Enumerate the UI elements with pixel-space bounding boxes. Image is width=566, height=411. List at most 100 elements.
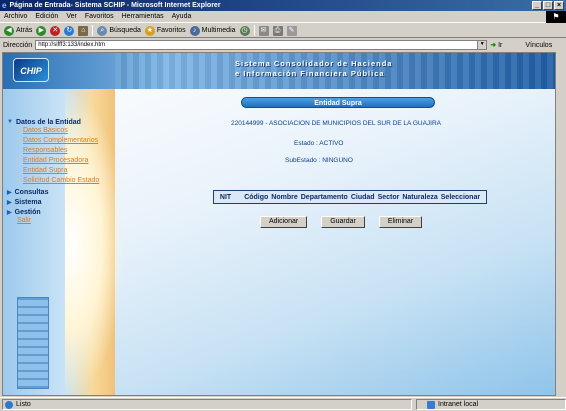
address-dropdown-icon[interactable]: ▼ (477, 41, 487, 49)
nav-gestion-label: Gestión (14, 208, 41, 216)
col-seleccionar: Seleccionar (440, 193, 481, 201)
go-button[interactable]: ➜ Ir (490, 41, 503, 50)
favorites-star-icon: ★ (144, 25, 155, 36)
menu-edicion[interactable]: Edición (35, 13, 58, 20)
media-icon: ♪ (189, 25, 200, 36)
menu-bar: Archivo Edición Ver Favoritos Herramient… (0, 11, 566, 23)
back-label: Atrás (16, 27, 33, 34)
status-zone: Intranet local (416, 399, 566, 410)
chip-logo[interactable]: CHIP (13, 58, 49, 82)
refresh-icon: ↻ (64, 25, 75, 36)
nav-sistema[interactable]: ▶ Sistema (7, 197, 127, 207)
go-arrow-icon: ➜ (490, 42, 497, 49)
address-label: Dirección (3, 41, 33, 49)
toolbar-separator (92, 25, 94, 36)
page-content: CHIP Sistema Consolidador de Hacienda e … (2, 52, 556, 396)
mail-icon: ✉ (258, 25, 269, 36)
windows-logo-icon: ⚑ (546, 11, 566, 23)
history-button[interactable]: ◷ (239, 25, 250, 36)
col-naturaleza: Naturaleza (402, 193, 438, 201)
edit-icon: ✎ (286, 25, 297, 36)
address-bar: Dirección http://sifff3:133/index.htm ▼ … (0, 39, 566, 51)
nav-gestion[interactable]: ▶ Gestión (7, 207, 127, 217)
collapse-arrow-icon: ▶ (7, 189, 12, 196)
nav-entidad-supra[interactable]: Entidad Supra (7, 167, 127, 177)
media-label: Multimedia (201, 27, 236, 34)
action-buttons: Adicionar Guardar Eliminar (260, 216, 423, 228)
col-departamento: Departamento (300, 193, 348, 201)
system-title-line2: e Información Financiera Pública (235, 69, 385, 78)
media-button[interactable]: ♪ Multimedia (189, 25, 236, 36)
nav-sistema-label: Sistema (14, 198, 42, 206)
window-title: Página de Entrada- Sistema SCHIP - Micro… (9, 2, 221, 9)
links-button[interactable]: Vínculos (525, 42, 552, 49)
nav-datos-basicos[interactable]: Datos Básicos (7, 127, 127, 137)
ie-logo-icon: e (2, 1, 7, 10)
entity-estado: Estado : ACTIVO (294, 140, 344, 147)
print-icon: ⎙ (272, 25, 283, 36)
close-button[interactable]: × (554, 1, 564, 10)
back-button[interactable]: ◀ Atrás (4, 25, 33, 36)
search-button[interactable]: ⌕ Búsqueda (97, 25, 141, 36)
entity-name: 220144999 - ASOCIACION DE MUNICIPIOS DEL… (231, 120, 441, 127)
intranet-zone-icon (427, 400, 435, 409)
nav-datos-entidad[interactable]: ▼ Datos de la Entidad (7, 117, 127, 127)
expand-arrow-icon: ▼ (7, 119, 13, 125)
nav-responsables[interactable]: Responsables (7, 147, 127, 157)
menu-favoritos[interactable]: Favoritos (85, 13, 114, 20)
zone-text: Intranet local (438, 401, 479, 408)
window-controls: _ □ × (532, 1, 564, 10)
menu-ayuda[interactable]: Ayuda (172, 13, 192, 20)
col-codigo: Código (244, 193, 269, 201)
nav-consultas[interactable]: ▶ Consultas (7, 187, 127, 197)
browser-toolbar: ◀ Atrás ▶ ✕ ↻ ⌂ ⌕ Búsqueda ★ Favoritos ♪… (0, 24, 566, 38)
maximize-button[interactable]: □ (543, 1, 553, 10)
col-ciudad: Ciudad (350, 193, 375, 201)
adicionar-button[interactable]: Adicionar (260, 216, 308, 228)
nav-solicitud-cambio-estado[interactable]: Solicitud Cambio Estado (7, 177, 127, 187)
entity-subestado: SubEstado : NINGUNO (285, 157, 353, 164)
supra-table-header: NIT Código Nombre Departamento Ciudad Se… (213, 190, 487, 204)
guardar-button[interactable]: Guardar (321, 216, 365, 228)
status-main: Listo (2, 399, 412, 410)
status-text: Listo (16, 401, 31, 408)
toolbar-separator-2 (253, 25, 255, 36)
page-status-icon (5, 400, 13, 409)
favorites-button[interactable]: ★ Favoritos (144, 25, 186, 36)
menu-herramientas[interactable]: Herramientas (122, 13, 164, 20)
system-title-line1: Sistema Consolidador de Hacienda (235, 59, 393, 68)
home-button[interactable]: ⌂ (78, 25, 89, 36)
history-icon: ◷ (239, 25, 250, 36)
refresh-button[interactable]: ↻ (64, 25, 75, 36)
nav-entidad-procesadora[interactable]: Entidad Procesadora (7, 157, 127, 167)
nav-datos-complementarios[interactable]: Datos Complementarios (7, 137, 127, 147)
system-title: Sistema Consolidador de Hacienda e Infor… (235, 59, 392, 79)
entidad-supra-panel-title: Entidad Supra (241, 97, 435, 108)
forward-arrow-icon: ▶ (36, 25, 47, 36)
back-arrow-icon: ◀ (4, 25, 14, 36)
search-icon: ⌕ (97, 25, 108, 36)
col-nit: NIT (219, 193, 232, 201)
collapse-arrow-icon: ▶ (7, 209, 12, 216)
favorites-label: Favoritos (156, 27, 186, 34)
menu-ver[interactable]: Ver (66, 13, 77, 20)
stop-button[interactable]: ✕ (50, 25, 61, 36)
address-input[interactable]: http://sifff3:133/index.htm ▼ (35, 40, 488, 50)
window-titlebar: e Página de Entrada- Sistema SCHIP - Mic… (0, 0, 566, 11)
status-bar: Listo Intranet local (0, 397, 566, 411)
eliminar-button[interactable]: Eliminar (378, 216, 423, 228)
print-button[interactable]: ⎙ (272, 25, 283, 36)
forward-button[interactable]: ▶ (36, 25, 47, 36)
minimize-button[interactable]: _ (532, 1, 542, 10)
nav-salir[interactable]: Salir (7, 217, 127, 227)
sidebar-nav: ▼ Datos de la Entidad Datos Básicos Dato… (7, 117, 127, 227)
address-url: http://sifff3:133/index.htm (38, 42, 106, 48)
col-sector: Sector (377, 193, 400, 201)
nav-datos-entidad-label: Datos de la Entidad (15, 118, 81, 126)
search-label: Búsqueda (109, 27, 141, 34)
go-label: Ir (498, 41, 503, 49)
nav-consultas-label: Consultas (14, 188, 49, 196)
menu-archivo[interactable]: Archivo (4, 13, 27, 20)
edit-button[interactable]: ✎ (286, 25, 297, 36)
mail-button[interactable]: ✉ (258, 25, 269, 36)
